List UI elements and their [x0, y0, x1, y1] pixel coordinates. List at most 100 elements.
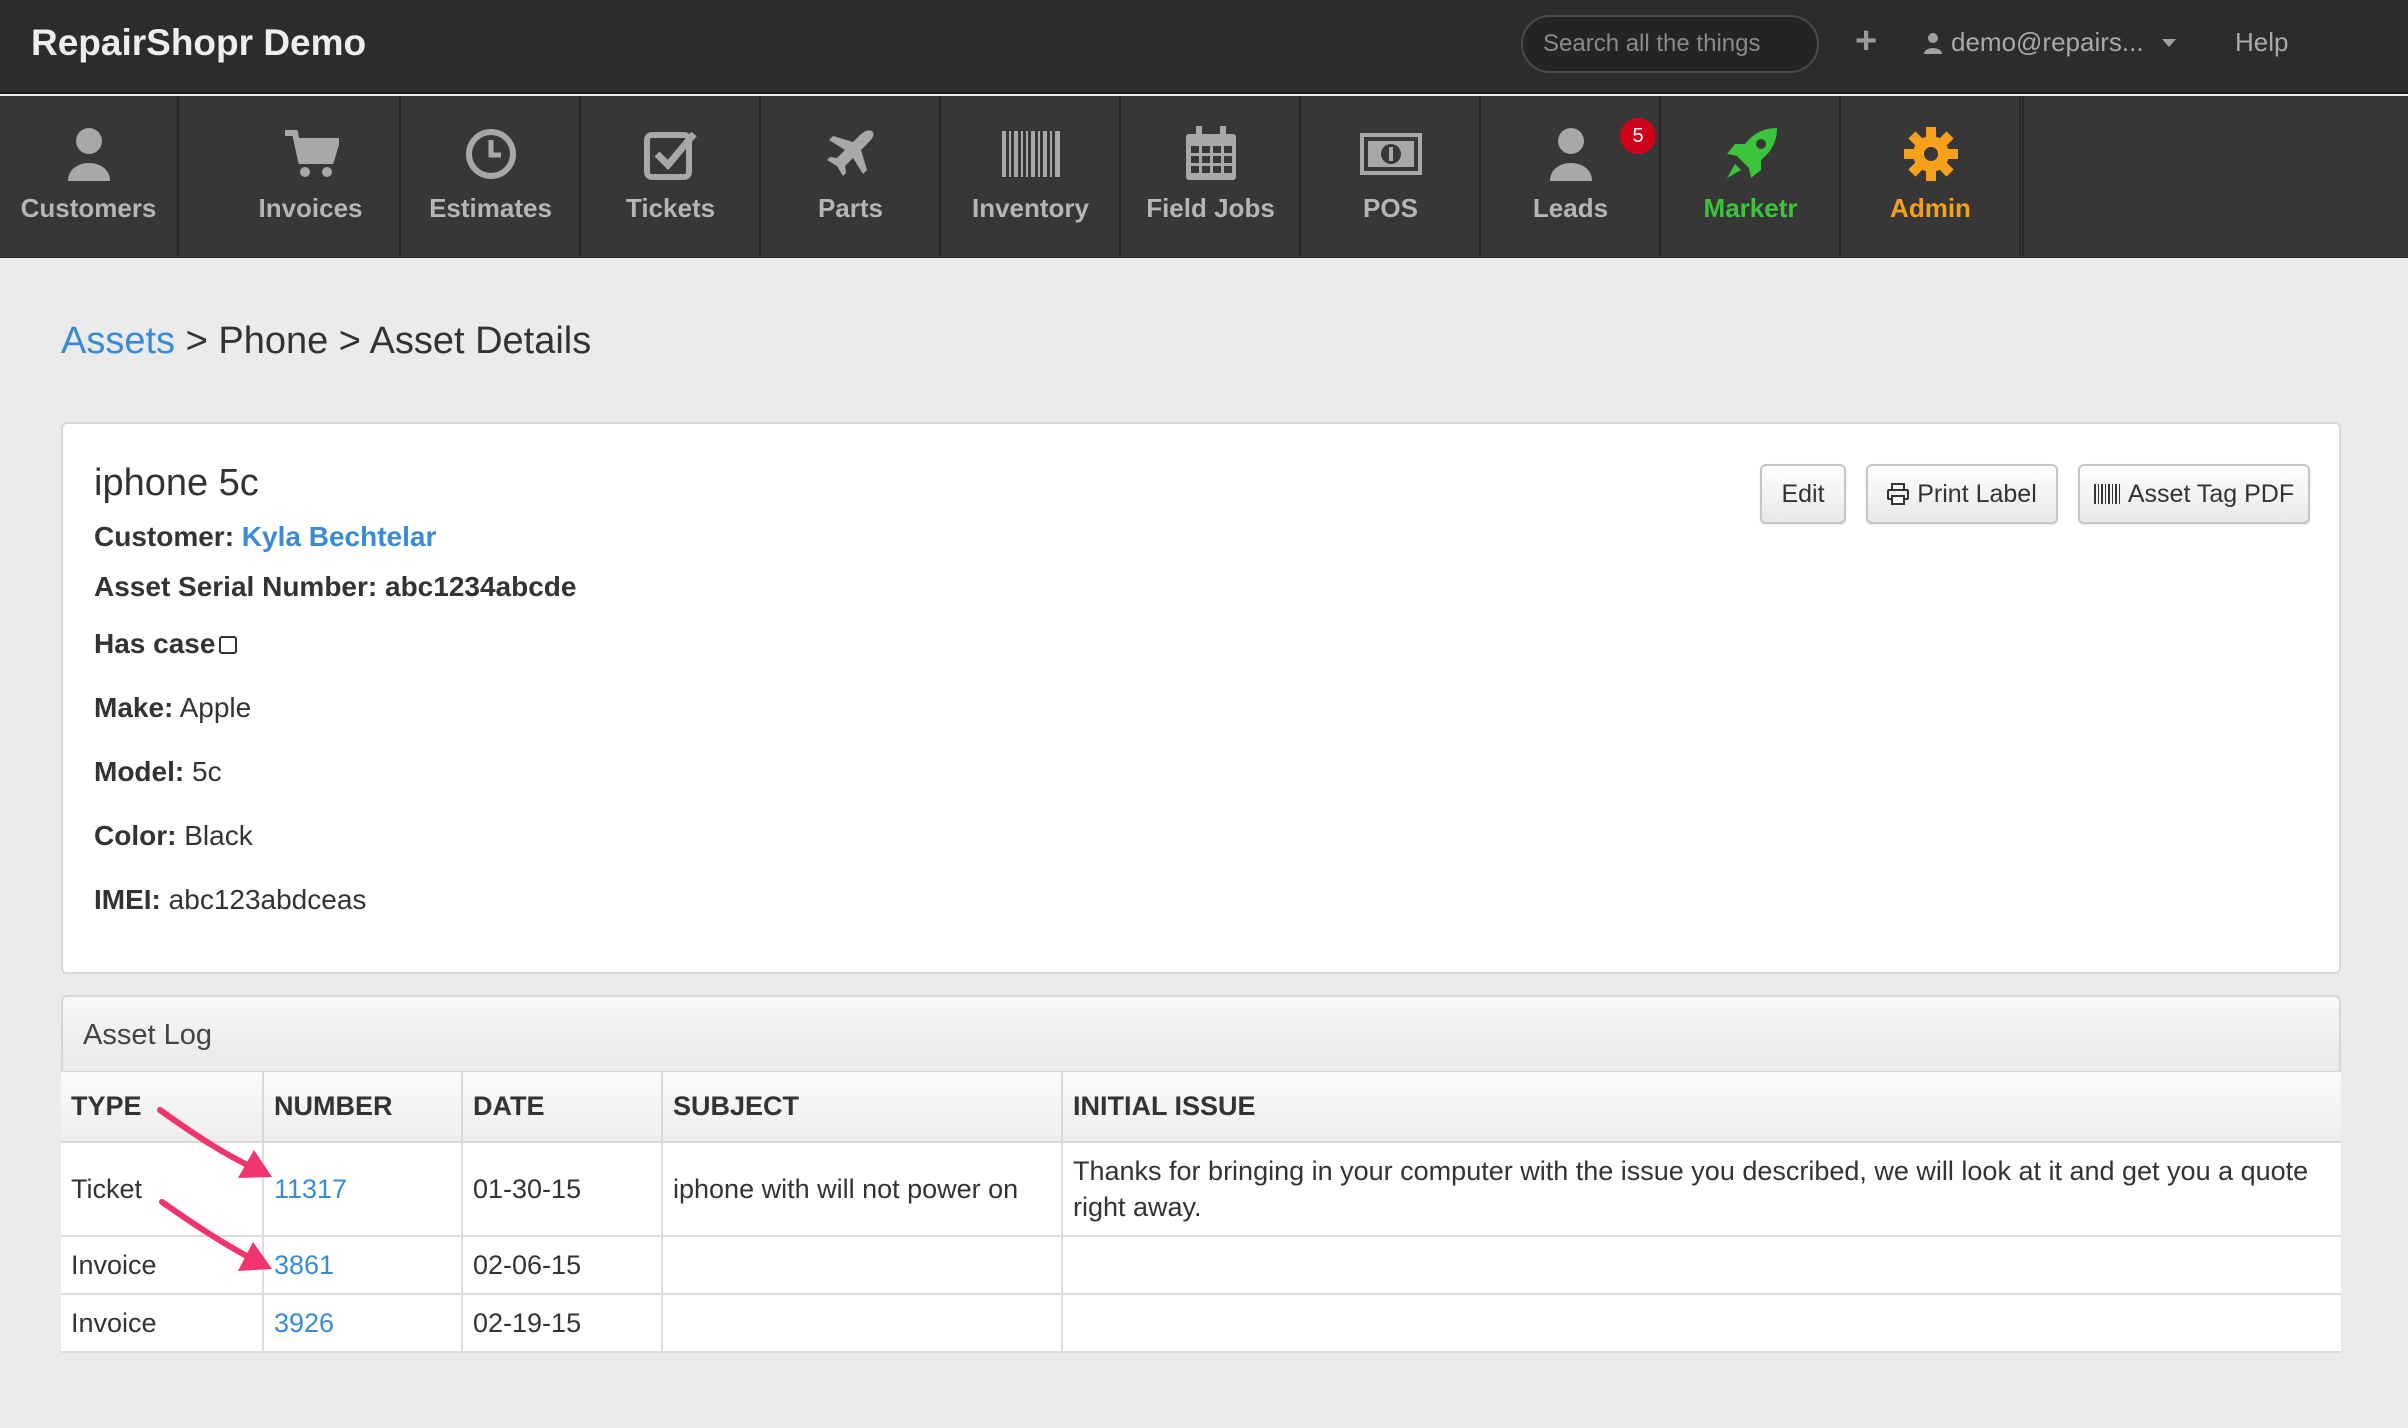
cell-subject: iphone with will not power on — [662, 1142, 1063, 1237]
cell-subject — [662, 1236, 1063, 1295]
user-email: demo@repairs... — [1951, 27, 2144, 57]
imei-row: IMEI: abc123abdceas — [94, 884, 366, 916]
cell-date: 01-30-15 — [462, 1142, 663, 1237]
model-row: Model: 5c — [94, 756, 222, 788]
print-label-button[interactable]: Print Label — [1866, 464, 2058, 524]
user-icon — [1549, 128, 1592, 181]
table-row: Invoice 3926 02-19-15 — [61, 1294, 2341, 1353]
asset-title: iphone 5c — [94, 462, 259, 504]
model-value: 5c — [192, 756, 222, 787]
leads-badge: 5 — [1620, 118, 1656, 154]
cell-initial-issue — [1062, 1236, 2341, 1295]
serial-label: Asset Serial Number: — [94, 571, 378, 602]
money-icon — [1359, 133, 1422, 175]
plane-icon — [826, 130, 874, 176]
edit-button-label: Edit — [1781, 479, 1825, 508]
customer-label: Customer: — [94, 521, 235, 552]
cell-subject — [662, 1294, 1063, 1353]
serial-row: Asset Serial Number: abc1234abcde — [94, 571, 576, 603]
make-value: Apple — [179, 692, 252, 723]
nav-marketr[interactable]: Marketr — [1662, 96, 1841, 256]
nav-divider — [2022, 96, 2024, 256]
gear-icon — [1903, 127, 1958, 181]
asset-tag-pdf-button-label: Asset Tag PDF — [2127, 479, 2295, 508]
cell-initial-issue: Thanks for bringing in your computer wit… — [1062, 1142, 2341, 1237]
check-square-icon — [643, 131, 697, 180]
chevron-down-icon — [2161, 38, 2176, 47]
user-icon — [67, 128, 110, 181]
table-row: Ticket 11317 01-30-15 iphone with will n… — [61, 1142, 2341, 1237]
cell-date: 02-06-15 — [462, 1236, 663, 1295]
breadcrumb: Assets > Phone > Asset Details — [61, 320, 591, 363]
table-row: Invoice 3861 02-06-15 — [61, 1236, 2341, 1295]
nav-inventory[interactable]: Inventory — [942, 96, 1121, 256]
nav-label: Field Jobs — [1146, 193, 1275, 223]
top-bar: RepairShopr Demo + demo@repairs... Help — [0, 0, 2408, 94]
nav-invoices[interactable]: Invoices — [222, 96, 401, 256]
cell-date: 02-19-15 — [462, 1294, 663, 1353]
breadcrumb-phone: Phone — [218, 320, 329, 362]
column-header-subject: SUBJECT — [662, 1072, 1063, 1143]
imei-label: IMEI: — [94, 884, 161, 915]
nav-estimates[interactable]: Estimates — [402, 96, 581, 256]
nav-label: Inventory — [971, 193, 1090, 223]
column-header-date: DATE — [462, 1072, 663, 1143]
column-header-type: TYPE — [61, 1072, 264, 1143]
cart-icon — [284, 130, 339, 177]
nav-pos[interactable]: POS — [1302, 96, 1481, 256]
search-input[interactable] — [1521, 15, 1819, 73]
nav-field-jobs[interactable]: Field Jobs — [1122, 96, 1301, 256]
breadcrumb-separator: > — [328, 320, 370, 362]
breadcrumb-current: Asset Details — [369, 320, 592, 362]
make-label: Make: — [94, 692, 174, 723]
table-header-row: TYPE NUMBER DATE SUBJECT INITIAL ISSUE — [61, 1072, 2341, 1143]
cell-type: Invoice — [61, 1236, 264, 1295]
cell-number-link[interactable]: 11317 — [263, 1142, 463, 1237]
nav-parts[interactable]: Parts — [762, 96, 941, 256]
add-button[interactable]: + — [1855, 20, 1877, 63]
customer-link[interactable]: Kyla Bechtelar — [242, 521, 437, 552]
breadcrumb-assets-link[interactable]: Assets — [61, 320, 175, 362]
user-menu[interactable]: demo@repairs... — [1923, 27, 2176, 58]
color-row: Color: Black — [94, 820, 253, 852]
nav-label: Tickets — [625, 193, 716, 223]
has-case-checkbox — [219, 636, 238, 654]
asset-details-panel: iphone 5c Customer: Kyla Bechtelar Asset… — [61, 422, 2341, 974]
asset-log-title: Asset Log — [83, 1019, 212, 1051]
cell-type: Ticket — [61, 1142, 264, 1237]
nav-label: Leads — [1532, 193, 1609, 223]
main-nav: Customers Invoices Estimates Tickets Par… — [0, 96, 2408, 258]
nav-label: Invoices — [258, 193, 363, 223]
nav-label: Admin — [1890, 193, 1971, 223]
cell-number-link[interactable]: 3926 — [263, 1294, 463, 1353]
barcode-icon — [2093, 484, 2120, 504]
brand-title[interactable]: RepairShopr Demo — [31, 22, 366, 64]
edit-button[interactable]: Edit — [1760, 464, 1846, 524]
cell-number-link[interactable]: 3861 — [263, 1236, 463, 1295]
nav-label: POS — [1363, 193, 1418, 223]
nav-customers[interactable]: Customers — [0, 96, 179, 256]
print-icon — [1887, 483, 1910, 505]
calendar-icon — [1185, 126, 1236, 180]
nav-admin[interactable]: Admin — [1842, 96, 2021, 256]
color-value: Black — [184, 820, 253, 851]
cell-initial-issue — [1062, 1294, 2341, 1353]
breadcrumb-separator: > — [175, 320, 219, 362]
serial-value: abc1234abcde — [385, 571, 577, 602]
nav-label: Parts — [817, 193, 884, 223]
cell-type: Invoice — [61, 1294, 264, 1353]
help-link[interactable]: Help — [2235, 27, 2288, 58]
has-case-row: Has case — [94, 628, 238, 660]
nav-label: Marketr — [1703, 193, 1798, 223]
asset-log-header: Asset Log — [61, 995, 2341, 1073]
color-label: Color: — [94, 820, 177, 851]
asset-tag-pdf-button[interactable]: Asset Tag PDF — [2078, 464, 2310, 524]
rocket-icon — [1726, 128, 1777, 178]
asset-log-table: TYPE NUMBER DATE SUBJECT INITIAL ISSUE T… — [61, 1072, 2341, 1353]
clock-icon — [465, 129, 516, 179]
nav-tickets[interactable]: Tickets — [582, 96, 761, 256]
print-label-button-label: Print Label — [1917, 479, 2037, 508]
asset-log-panel: Asset Log TYPE NUMBER DATE SUBJECT INITI… — [61, 995, 2341, 1355]
make-row: Make: Apple — [94, 692, 251, 724]
column-header-number: NUMBER — [263, 1072, 463, 1143]
